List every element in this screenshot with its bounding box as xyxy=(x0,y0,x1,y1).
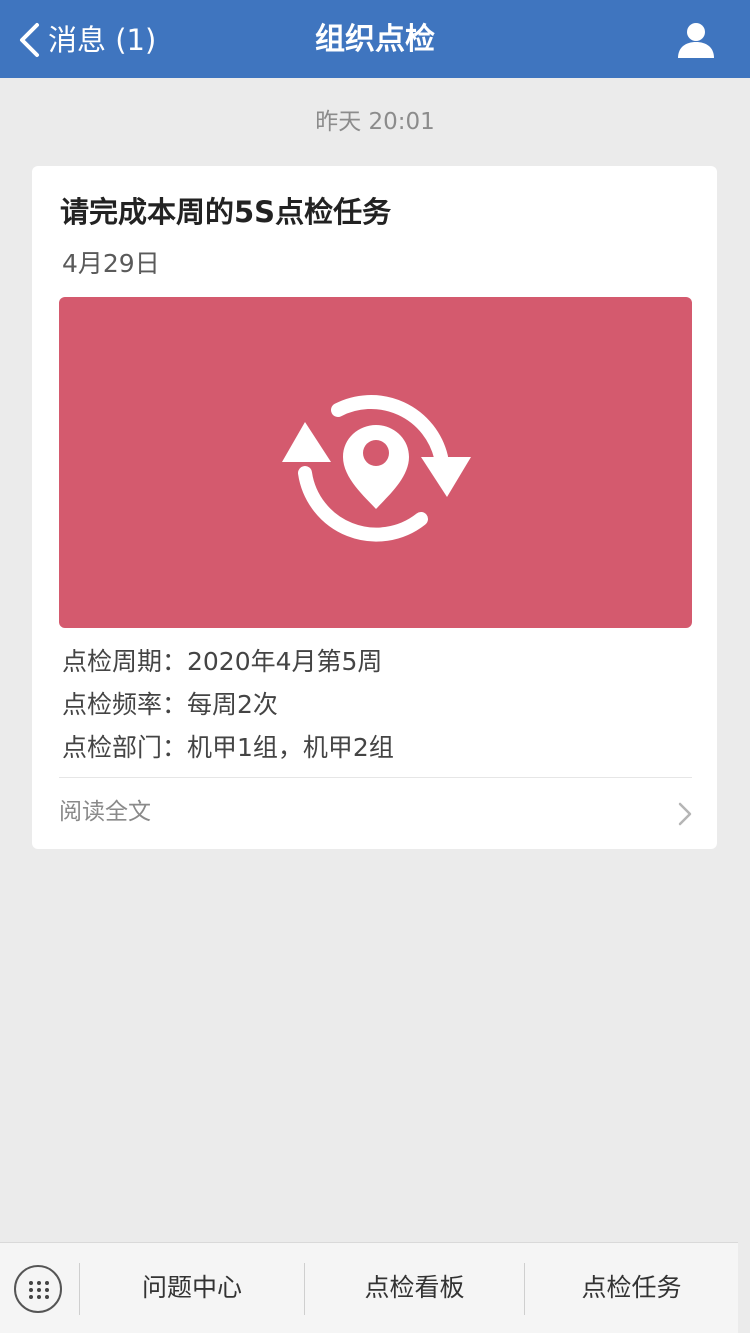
bottom-menu-bar: 问题中心 点检看板 点检任务 xyxy=(0,1242,738,1333)
page-title: 组织点检 xyxy=(315,22,435,57)
nav-bar: 消息 (1) 组织点检 xyxy=(0,0,750,78)
card-title: 请完成本周的5S点检任务 xyxy=(60,195,392,229)
read-full-article-link[interactable]: 阅读全文 xyxy=(59,778,692,849)
tab-issue-center[interactable]: 问题中心 xyxy=(80,1243,304,1333)
card-info: 点检周期：2020年4月第5周 点检频率：每周2次 点检部门：机甲1组，机甲2组 xyxy=(62,640,692,769)
info-line-frequency: 点检频率：每周2次 xyxy=(62,690,278,719)
message-timestamp: 昨天 20:01 xyxy=(315,109,435,135)
right-edge-strip xyxy=(738,1242,750,1332)
location-refresh-icon xyxy=(282,394,471,542)
tab-inspection-tasks[interactable]: 点检任务 xyxy=(525,1243,738,1333)
card-date: 4月29日 xyxy=(62,249,160,278)
info-line-department: 点检部门：机甲1组，机甲2组 xyxy=(62,733,394,762)
chevron-left-icon xyxy=(20,23,39,57)
read-full-article-label: 阅读全文 xyxy=(59,799,151,825)
keyboard-grid-icon xyxy=(29,1281,49,1299)
back-label: 消息 (1) xyxy=(48,23,157,57)
info-line-period: 点检周期：2020年4月第5周 xyxy=(62,647,383,676)
back-button[interactable]: 消息 (1) xyxy=(18,18,156,62)
card-cover-image xyxy=(59,297,692,628)
chevron-right-icon xyxy=(678,802,692,826)
tab-inspection-board[interactable]: 点检看板 xyxy=(305,1243,524,1333)
user-icon xyxy=(678,23,714,58)
message-card[interactable]: 请完成本周的5S点检任务 4月29日 点检周期：2020年4月第5周 点检频率：… xyxy=(32,166,717,849)
keyboard-toggle-button[interactable] xyxy=(14,1265,62,1313)
user-profile-button[interactable] xyxy=(676,20,716,60)
